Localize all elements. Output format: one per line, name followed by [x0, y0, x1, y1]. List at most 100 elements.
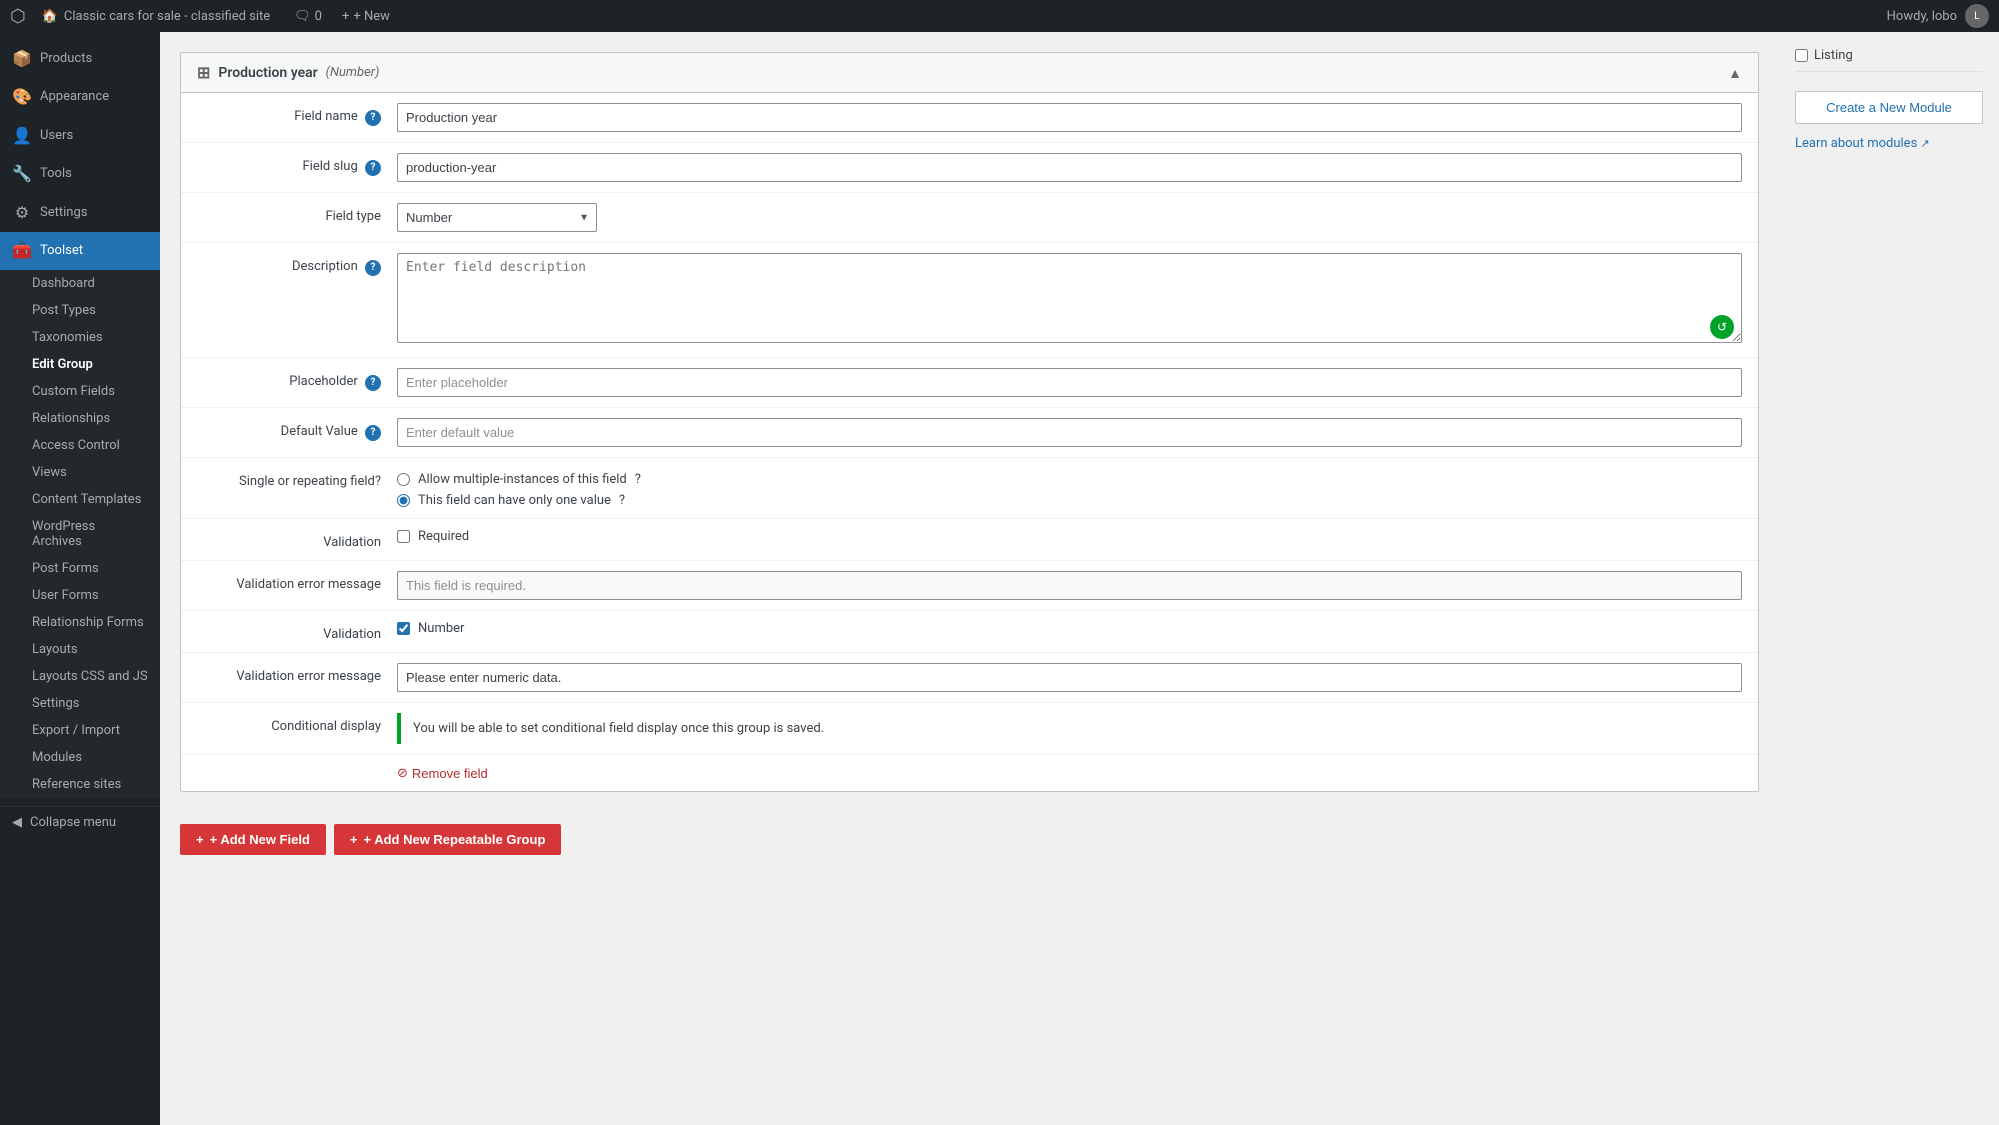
description-textarea[interactable] — [397, 253, 1742, 343]
comments-icon: 🗨 — [294, 9, 311, 24]
submenu-content-templates[interactable]: Content Templates — [0, 486, 160, 513]
submenu-export-import[interactable]: Export / Import — [0, 717, 160, 744]
description-help-icon[interactable]: ? — [365, 260, 381, 276]
submenu-settings-sub[interactable]: Settings — [0, 690, 160, 717]
home-icon: 🏠 — [42, 9, 58, 24]
toolset-icon: 🧰 — [12, 240, 32, 262]
conditional-display-row: Conditional display You will be able to … — [181, 703, 1758, 755]
textarea-refresh-icon[interactable]: ↺ — [1710, 315, 1734, 339]
toolset-submenu: Dashboard Post Types Taxonomies Edit Gro… — [0, 270, 160, 798]
listing-label: Listing — [1814, 48, 1853, 63]
sidebar-item-label: Toolset — [40, 242, 83, 260]
submenu-custom-fields[interactable]: Custom Fields — [0, 378, 160, 405]
field-type-select[interactable]: Number Text Textarea Date Checkbox Radio… — [397, 203, 597, 232]
admin-bar: ⬡ 🏠 Classic cars for sale - classified s… — [0, 0, 1999, 32]
allow-multiple-radio[interactable] — [397, 473, 410, 486]
new-link[interactable]: + + New — [334, 0, 398, 32]
required-checkbox[interactable] — [397, 530, 410, 543]
field-type-label: Field type — [197, 203, 397, 224]
add-new-repeatable-group-button[interactable]: + + Add New Repeatable Group — [334, 824, 562, 855]
validation-number-label: Validation — [197, 621, 397, 642]
number-checkbox[interactable] — [397, 622, 410, 635]
field-title: Production year — [218, 65, 317, 81]
sidebar-item-products[interactable]: 📦 Products — [0, 40, 160, 78]
sidebar-item-users[interactable]: 👤 Users — [0, 117, 160, 155]
field-type-select-wrapper: Number Text Textarea Date Checkbox Radio… — [397, 203, 597, 232]
new-label: + New — [353, 9, 390, 24]
sidebar-item-label: Appearance — [40, 88, 109, 106]
submenu-edit-group[interactable]: Edit Group — [0, 351, 160, 378]
placeholder-help-icon[interactable]: ? — [365, 375, 381, 391]
appearance-icon: 🎨 — [12, 86, 32, 108]
validation-required-label: Validation — [197, 529, 397, 550]
sidebar-item-appearance[interactable]: 🎨 Appearance — [0, 78, 160, 116]
sidebar-item-toolset[interactable]: 🧰 Toolset — [0, 232, 160, 270]
submenu-views[interactable]: Views — [0, 459, 160, 486]
submenu-post-types[interactable]: Post Types — [0, 297, 160, 324]
submenu-dashboard[interactable]: Dashboard — [0, 270, 160, 297]
submenu-post-forms[interactable]: Post Forms — [0, 555, 160, 582]
field-name-label: Field name ? — [197, 103, 397, 126]
field-card: ⊞ Production year (Number) ▲ Field name … — [180, 52, 1759, 792]
number-checkbox-item[interactable]: Number — [397, 621, 1742, 636]
validation-error-required-input[interactable] — [397, 571, 1742, 600]
single-value-option[interactable]: This field can have only one value ? — [397, 493, 1742, 508]
listing-checkbox[interactable] — [1795, 49, 1808, 62]
validation-error-required-label: Validation error message — [197, 571, 397, 592]
collapse-menu[interactable]: ◀ Collapse menu — [0, 806, 160, 838]
submenu-relationship-forms[interactable]: Relationship Forms — [0, 609, 160, 636]
field-slug-input[interactable] — [397, 153, 1742, 182]
single-value-help-icon[interactable]: ? — [619, 493, 625, 508]
default-value-help-icon[interactable]: ? — [365, 425, 381, 441]
single-value-radio[interactable] — [397, 494, 410, 507]
sidebar-item-tools[interactable]: 🔧 Tools — [0, 155, 160, 193]
single-or-repeating-group: Allow multiple-instances of this field ?… — [397, 468, 1742, 508]
field-type-row: Field type Number Text Textarea Date Che… — [181, 193, 1758, 243]
sidebar-item-label: Users — [40, 127, 73, 145]
external-link-icon: ↗ — [1921, 137, 1930, 150]
remove-icon: ⊘ — [397, 765, 408, 781]
submenu-layouts-css-js[interactable]: Layouts CSS and JS — [0, 663, 160, 690]
avatar[interactable]: L — [1965, 4, 1989, 28]
submenu-wordpress-archives[interactable]: WordPress Archives — [0, 513, 160, 555]
validation-number-row: Validation Number — [181, 611, 1758, 653]
validation-error-number-row: Validation error message — [181, 653, 1758, 703]
create-new-module-button[interactable]: Create a New Module — [1795, 91, 1983, 124]
collapse-icon: ◀ — [12, 815, 22, 830]
submenu-user-forms[interactable]: User Forms — [0, 582, 160, 609]
listing-checkbox-item[interactable]: Listing — [1795, 48, 1983, 63]
submenu-reference-sites[interactable]: Reference sites — [0, 771, 160, 798]
sidebar-item-settings[interactable]: ⚙ Settings — [0, 194, 160, 232]
field-name-input[interactable] — [397, 103, 1742, 132]
learn-modules-link[interactable]: Learn about modules ↗ — [1795, 136, 1930, 151]
allow-multiple-help-icon[interactable]: ? — [635, 472, 641, 487]
validation-error-required-row: Validation error message — [181, 561, 1758, 611]
plus-icon: + — [350, 832, 358, 847]
field-header-icon: ⊞ — [197, 63, 210, 82]
products-icon: 📦 — [12, 48, 32, 70]
submenu-layouts[interactable]: Layouts — [0, 636, 160, 663]
validation-error-number-input[interactable] — [397, 663, 1742, 692]
user-greeting: Howdy, lobo — [1887, 9, 1957, 24]
comments-link[interactable]: 🗨 0 — [286, 0, 330, 32]
collapse-field-button[interactable]: ▲ — [1728, 65, 1742, 81]
submenu-modules[interactable]: Modules — [0, 744, 160, 771]
submenu-relationships[interactable]: Relationships — [0, 405, 160, 432]
single-or-repeating-label: Single or repeating field? — [197, 468, 397, 489]
conditional-display-label: Conditional display — [197, 713, 397, 734]
field-slug-help-icon[interactable]: ? — [365, 160, 381, 176]
site-link[interactable]: 🏠 Classic cars for sale - classified sit… — [42, 9, 270, 24]
action-bar: + + Add New Field + + Add New Repeatable… — [180, 808, 1759, 871]
submenu-access-control[interactable]: Access Control — [0, 432, 160, 459]
sidebar-item-label: Products — [40, 50, 92, 68]
required-checkbox-item[interactable]: Required — [397, 529, 1742, 544]
placeholder-input[interactable] — [397, 368, 1742, 397]
wp-logo-icon[interactable]: ⬡ — [10, 6, 26, 27]
submenu-taxonomies[interactable]: Taxonomies — [0, 324, 160, 351]
default-value-input[interactable] — [397, 418, 1742, 447]
add-new-field-button[interactable]: + + Add New Field — [180, 824, 326, 855]
field-name-help-icon[interactable]: ? — [365, 110, 381, 126]
allow-multiple-option[interactable]: Allow multiple-instances of this field ? — [397, 472, 1742, 487]
plus-icon: + — [342, 9, 349, 24]
remove-field-button[interactable]: ⊘ Remove field — [397, 765, 488, 781]
